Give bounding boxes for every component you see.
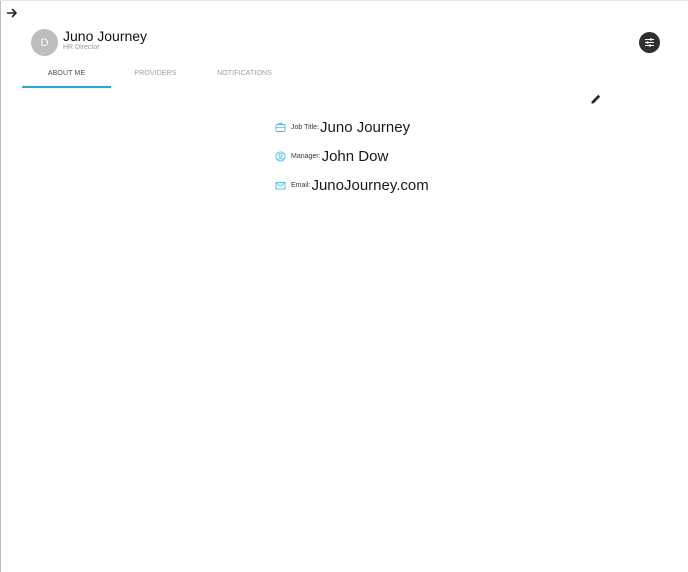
- tab-notifications[interactable]: NOTIFICATIONS: [200, 62, 289, 86]
- panel-top-border: [0, 0, 688, 1]
- user-name: Juno Journey: [63, 28, 148, 44]
- email-row: Email: JunoJourney.com: [275, 177, 429, 194]
- panel-left-border: [0, 0, 1, 572]
- email-label: Email:: [291, 182, 311, 189]
- job-title-row: Job Title: Juno Journey: [275, 119, 410, 136]
- briefcase-icon: [275, 122, 286, 133]
- edit-button[interactable]: [589, 92, 603, 106]
- user-role: HR Director: [63, 44, 100, 51]
- job-title-label: Job Title:: [291, 124, 320, 131]
- tab-about-me[interactable]: ABOUT ME: [22, 62, 111, 88]
- envelope-icon: [275, 180, 286, 191]
- arrow-right-icon: [6, 8, 17, 18]
- manager-value: John Dow: [321, 148, 389, 165]
- avatar-initial: D: [40, 36, 49, 49]
- avatar: D: [31, 29, 58, 56]
- back-button[interactable]: [3, 4, 21, 22]
- tab-providers[interactable]: PROVIDERS: [111, 62, 200, 86]
- settings-button[interactable]: [639, 32, 660, 53]
- profile-tabs: ABOUT ME PROVIDERS NOTIFICATIONS: [22, 62, 289, 88]
- manager-row: Manager: John Dow: [275, 148, 388, 165]
- person-circle-icon: [275, 151, 286, 162]
- sliders-icon: [645, 38, 654, 47]
- pencil-icon: [591, 94, 601, 104]
- manager-label: Manager:: [291, 153, 321, 160]
- email-value: JunoJourney.com: [311, 177, 429, 194]
- job-title-value: Juno Journey: [320, 119, 411, 136]
